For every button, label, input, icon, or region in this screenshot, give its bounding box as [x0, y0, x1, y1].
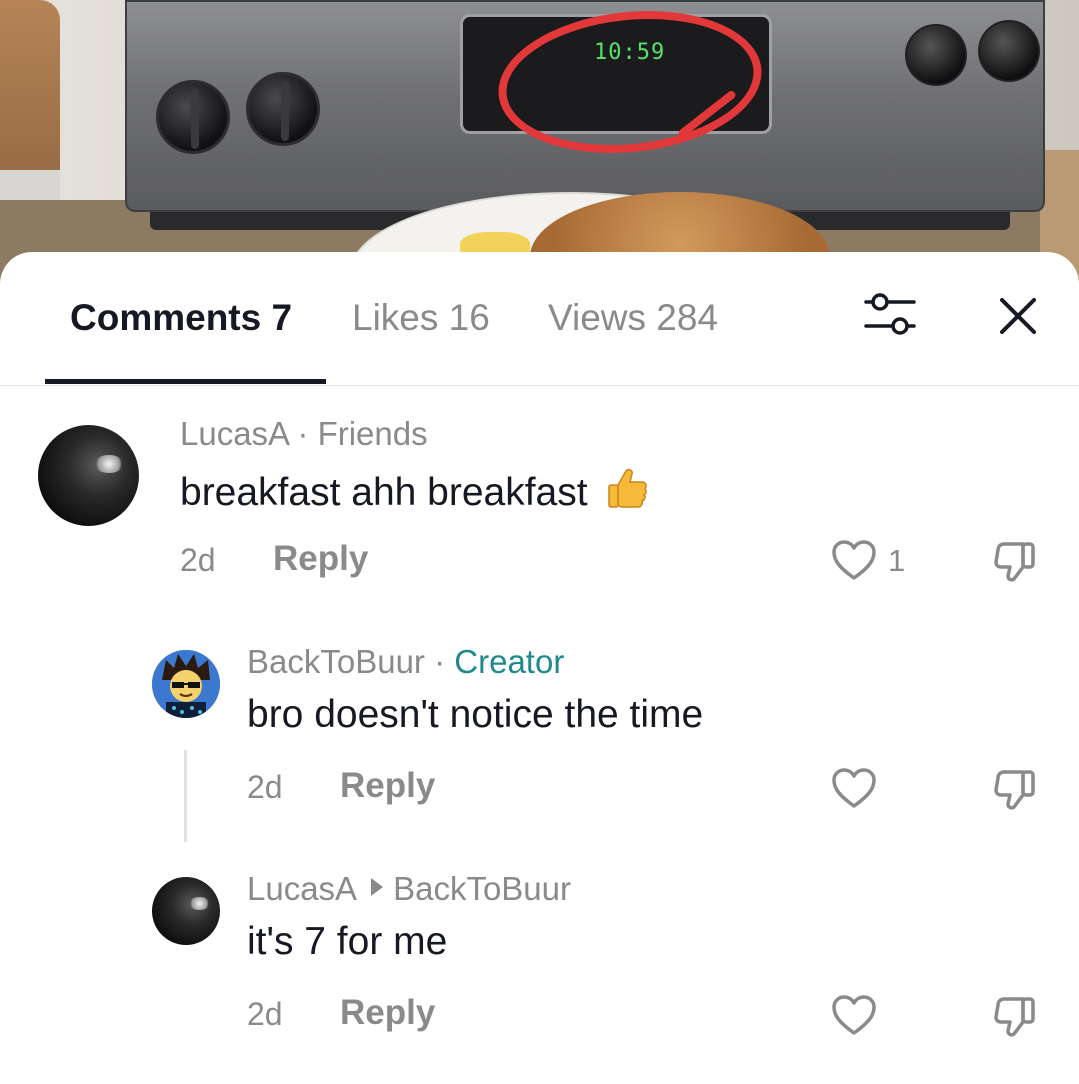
tab-likes[interactable]: Likes 16: [352, 296, 490, 340]
stove-knob-right-2: [978, 20, 1040, 82]
comment-author[interactable]: BackToBuur: [247, 643, 425, 680]
cartoon-avatar-icon: [152, 650, 220, 718]
heart-icon[interactable]: [830, 538, 878, 582]
reply-button[interactable]: Reply: [340, 766, 435, 806]
video-preview[interactable]: 10:59: [0, 0, 1079, 290]
comment-meta: LucasA BackToBuur: [247, 869, 571, 909]
heart-icon[interactable]: [830, 993, 878, 1037]
heart-icon[interactable]: [830, 766, 878, 810]
avatar[interactable]: [152, 650, 220, 718]
app-root: 10:59 Comments 7 Likes 16 Views 284 Luca…: [0, 0, 1079, 1084]
stove-knob-front: [156, 80, 230, 154]
comment-author[interactable]: LucasA: [180, 415, 288, 452]
comment-text-content: breakfast ahh breakfast: [180, 471, 588, 514]
avatar[interactable]: [38, 425, 139, 526]
comment-text: bro doesn't notice the time: [247, 693, 704, 736]
comment-author[interactable]: LucasA: [247, 870, 357, 907]
tab-views[interactable]: Views 284: [548, 296, 718, 340]
creator-badge: Creator: [454, 643, 565, 680]
thumbs-down-icon[interactable]: [990, 764, 1040, 814]
comment-age: 2d: [180, 542, 216, 578]
sliders-icon: [864, 293, 916, 335]
author-tag: Friends: [317, 415, 428, 452]
stove-knob-rear: [246, 72, 320, 146]
thread-line: [184, 750, 187, 842]
thumbs-up-emoji: [608, 468, 648, 508]
comment-text: it's 7 for me: [247, 920, 448, 963]
comment-age: 2d: [247, 769, 283, 805]
close-icon: [1000, 298, 1036, 334]
filter-button[interactable]: [858, 288, 922, 340]
comments-sheet: Comments 7 Likes 16 Views 284 LucasA · F…: [0, 252, 1079, 1084]
reply-to-author[interactable]: BackToBuur: [393, 870, 571, 907]
active-tab-indicator: [45, 379, 326, 384]
comment-text: breakfast ahh breakfast: [180, 465, 650, 516]
close-button[interactable]: [990, 288, 1046, 344]
avatar[interactable]: [152, 877, 220, 945]
thumbs-down-icon[interactable]: [990, 536, 1040, 586]
tab-comments[interactable]: Comments 7: [70, 296, 292, 340]
tab-bar: Comments 7 Likes 16 Views 284: [0, 252, 1079, 386]
like-count: 1: [888, 543, 906, 578]
reply-button[interactable]: Reply: [273, 539, 368, 579]
reply-button[interactable]: Reply: [340, 993, 435, 1033]
thumbs-down-icon[interactable]: [990, 991, 1040, 1041]
comment-meta: LucasA · Friends: [180, 415, 428, 452]
comment-age: 2d: [247, 996, 283, 1032]
reply-arrow-icon: [371, 878, 384, 896]
stove-knob-right-1: [905, 24, 967, 86]
comment-meta: BackToBuur · Creator: [247, 643, 565, 680]
